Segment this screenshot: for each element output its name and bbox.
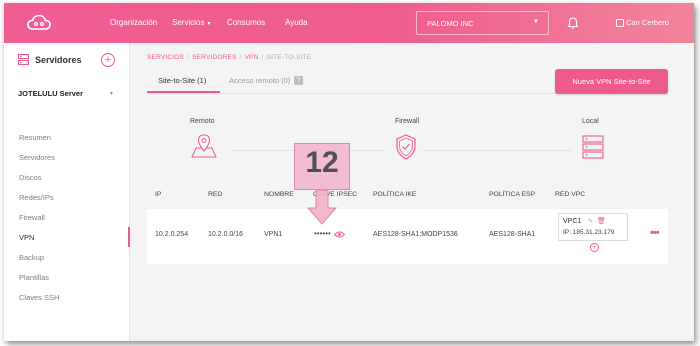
firewall-label: Firewall [395, 118, 420, 125]
nav-servicios-label: Servicios [172, 18, 205, 27]
breadcrumb-servicios[interactable]: SERVICIOS [147, 54, 184, 61]
edit-icon[interactable]: ✎ [588, 218, 593, 225]
user-name: Can Cerbero [626, 18, 669, 27]
sidebar-item-plantillas[interactable]: Plantillas [19, 273, 49, 282]
tab-acceso-remoto[interactable]: Acceso remoto (0) [229, 76, 290, 85]
eye-icon[interactable] [334, 231, 345, 238]
firewall-local-line [424, 150, 572, 151]
arrow-down-icon [307, 190, 337, 225]
add-server-button[interactable]: + [101, 53, 115, 67]
local-label: Local [582, 118, 599, 125]
cell-red: 10.2.0.0/16 [208, 231, 244, 238]
col-ip: IP [155, 191, 162, 198]
shield-icon [396, 134, 416, 160]
col-politica-esp: POLÍTICA ESP [489, 191, 536, 198]
sidebar-item-vpn[interactable]: VPN [19, 233, 34, 242]
sidebar: Servidores + JOTELULU Server ▼ Resumen S… [4, 43, 130, 341]
user-menu[interactable]: Can Cerbero [616, 18, 669, 27]
sidebar-item-servidores[interactable]: Servidores [19, 153, 55, 162]
breadcrumb-site-to-site: SITE-TO-SITE [266, 54, 312, 61]
caret-down-icon: ▼ [533, 19, 539, 25]
vpc-ip: IP: 185.31.23.179 [563, 229, 615, 236]
server-rack-icon [582, 135, 604, 159]
server-selector[interactable]: JOTELULU Server [18, 89, 83, 98]
tab-site-to-site[interactable]: Site-to-Site (1) [158, 76, 206, 85]
app-window: Organización Servicios ▾ Consumos Ayuda P… [4, 3, 694, 341]
breadcrumb-vpn[interactable]: VPN [245, 54, 259, 61]
top-bar: Organización Servicios ▾ Consumos Ayuda P… [4, 3, 694, 43]
trash-icon[interactable]: 🗑 [597, 217, 606, 225]
cell-nombre: VPN1 [264, 231, 283, 238]
vpc-name: VPC1 [563, 218, 582, 225]
nav-consumos[interactable]: Consumos [227, 18, 265, 27]
nav-organizacion[interactable]: Organización [110, 18, 157, 27]
organization-select[interactable]: PALOMO INC ▼ [416, 11, 549, 35]
cell-clave-masked: •••••• [314, 229, 331, 238]
nav-servicios[interactable]: Servicios ▾ [172, 18, 210, 27]
help-icon[interactable]: ? [294, 76, 303, 85]
breadcrumb: SERVICIOS / SERVIDORES / VPN / SITE-TO-SITE [147, 54, 312, 61]
col-politica-ike: POLÍTICA IKE [373, 191, 417, 198]
col-red: RED [208, 191, 223, 198]
col-nombre: NOMBRE [264, 191, 294, 198]
remote-label: Remoto [190, 118, 215, 125]
bell-icon[interactable] [566, 16, 580, 30]
step-number: 12 [305, 146, 339, 179]
cell-ip: 10.2.0.254 [155, 231, 189, 238]
sidebar-item-backup[interactable]: Backup [19, 253, 44, 262]
new-vpn-button[interactable]: Nueva VPN Site-to-Site [555, 69, 668, 94]
add-vpc-button[interactable]: + [590, 243, 599, 252]
chevron-down-icon: ▾ [207, 21, 211, 27]
cell-politica-ike: AES128-SHA1;MODP1536 [373, 231, 458, 238]
cloud-logo-icon[interactable] [27, 14, 51, 32]
sidebar-item-resumen[interactable]: Resumen [19, 133, 51, 142]
map-pin-icon [191, 134, 217, 158]
row-actions-menu-icon[interactable]: ••• [650, 227, 660, 239]
sidebar-title: Servidores [35, 54, 82, 65]
caret-down-icon[interactable]: ▼ [109, 91, 114, 97]
avatar [616, 18, 624, 27]
organization-select-value: PALOMO INC [427, 19, 474, 28]
sidebar-item-discos[interactable]: Discos [19, 173, 42, 182]
nav-ayuda[interactable]: Ayuda [285, 18, 308, 27]
breadcrumb-servidores[interactable]: SERVIDORES [192, 54, 237, 61]
server-icon [18, 54, 29, 65]
sidebar-item-firewall[interactable]: Firewall [19, 213, 45, 222]
sidebar-item-claves-ssh[interactable]: Claves SSH [19, 293, 59, 302]
col-red-vpc: RED VPC [555, 191, 586, 198]
sidebar-header: Servidores [18, 54, 82, 65]
sidebar-item-redes-ips[interactable]: Redes/IPs [19, 193, 54, 202]
cell-politica-esp: AES128-SHA1 [489, 231, 536, 238]
